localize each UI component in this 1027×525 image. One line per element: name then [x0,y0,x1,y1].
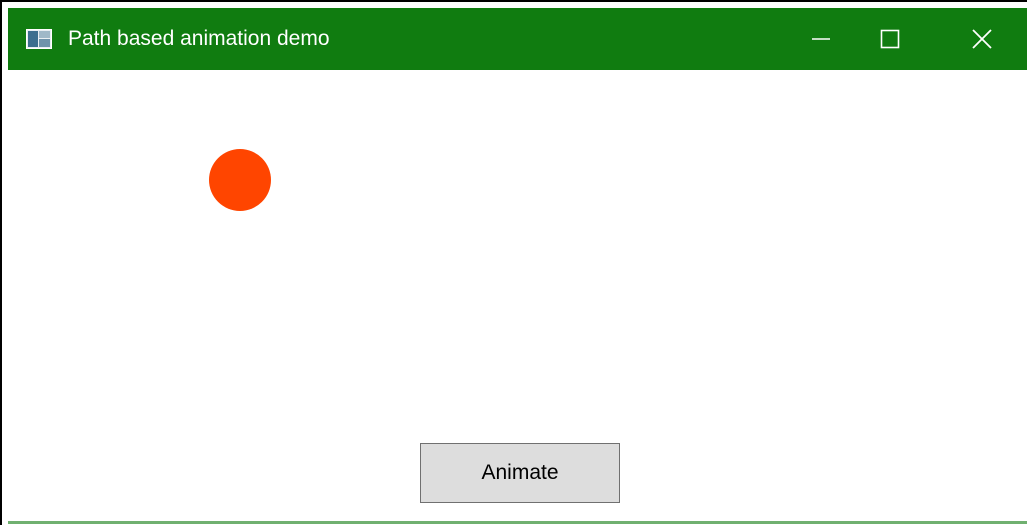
minimize-button[interactable] [798,8,844,70]
minimize-icon [812,38,830,40]
animated-ball [209,149,271,211]
window-title: Path based animation demo [68,27,330,50]
close-icon [972,29,992,49]
animate-button[interactable]: Animate [420,443,620,503]
app-window-icon [26,29,52,49]
app-window: Path based animation demo Animate [0,0,1027,525]
title-bar[interactable]: Path based animation demo [8,8,1027,70]
maximize-icon [880,29,900,49]
client-area: Animate [8,70,1027,521]
maximize-button[interactable] [867,8,913,70]
close-button[interactable] [959,8,1005,70]
window-bottom-border [8,521,1027,524]
